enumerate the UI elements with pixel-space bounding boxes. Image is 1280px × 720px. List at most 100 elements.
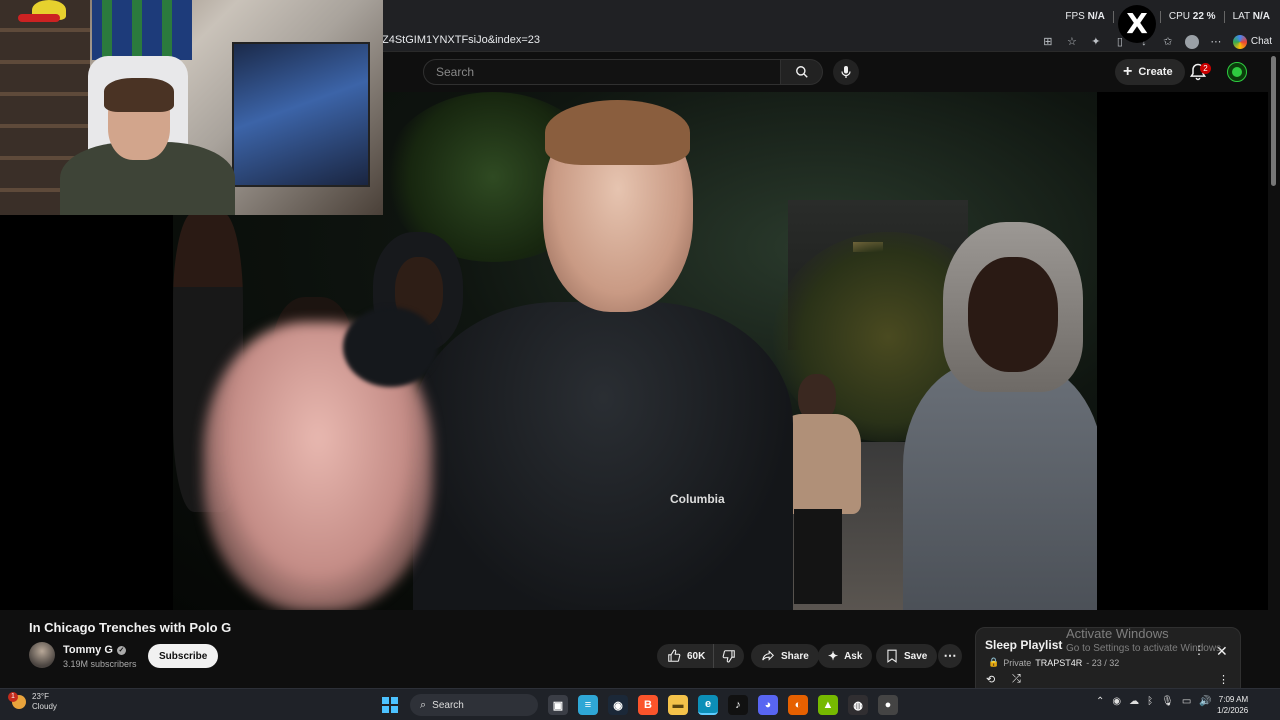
ask-label: Ask [844,650,863,662]
channel-name-link[interactable]: Tommy G ✓ [63,644,126,656]
cpu-stat: CPU 22 % [1169,11,1216,23]
copilot-icon [1232,34,1247,49]
watermark-line-1: Activate Windows [1066,626,1169,641]
cpu-value: 22 % [1192,11,1216,22]
lat-label: LAT [1232,11,1250,22]
tiktok-icon[interactable]: ♪ [728,695,748,715]
body-shape [903,362,1097,610]
thumbs-up-icon [668,649,681,662]
playlist-menu-icon[interactable]: ⋮ [1218,673,1229,686]
channel-avatar[interactable] [29,642,55,668]
search-box[interactable] [423,59,781,85]
streamer-webcam [0,0,383,215]
dislike-button[interactable] [713,644,745,668]
steam-icon[interactable]: ◉ [608,695,628,715]
profile-avatar[interactable] [1184,34,1199,49]
edge-browser-icon[interactable]: e [698,695,718,715]
network-icon[interactable]: ▭ [1182,696,1191,707]
clock-time: 7:09 AM [1218,695,1249,704]
firefox-icon[interactable]: ◐ [788,695,808,715]
chevron-up-icon[interactable]: ⌃ [1096,696,1104,707]
share-arrow-icon [762,650,774,661]
page-scrollbar[interactable] [1268,52,1280,688]
shuffle-icon[interactable]: ⤮ [1012,673,1021,686]
steam-tray-icon[interactable]: ◉ [1112,696,1121,707]
create-button[interactable]: + Create [1115,59,1185,85]
notification-count-badge: 2 [1200,63,1211,74]
search-button[interactable] [781,59,823,85]
ask-button[interactable]: ✦ Ask [818,644,873,668]
activate-windows-watermark: Activate Windows Go to Settings to activ… [1066,626,1224,654]
share-group: Share [751,644,819,668]
taskbar-search-label: Search [432,699,464,711]
discord-icon[interactable]: ◕ [758,695,778,715]
weather-icon: 1 [8,692,26,709]
copilot-chat-button[interactable]: Chat [1232,34,1272,49]
fps-label: FPS [1065,11,1085,22]
windows-start-icon[interactable] [380,695,400,715]
obs-icon[interactable]: ◍ [848,695,868,715]
loop-icon[interactable]: ⟲ [986,673,995,686]
volume-icon[interactable]: 🔊 [1199,696,1211,707]
weather-temperature: 23°F [32,692,49,701]
more-menu-icon[interactable]: ⋯ [1209,35,1223,49]
like-button[interactable]: 60K [657,644,714,668]
more-actions-button[interactable]: ⋯ [938,644,962,668]
playlist-title[interactable]: Sleep Playlist [985,638,1062,652]
nvidia-icon[interactable]: ▲ [818,695,838,715]
cpu-label: CPU [1168,11,1190,22]
weather-description: Cloudy [32,702,57,711]
bookmark-star-icon[interactable]: ☆ [1065,35,1079,49]
share-button[interactable]: Share [751,644,819,668]
playlist-owner[interactable]: TRAPST4R [1035,658,1082,668]
bookmark-icon [887,649,897,663]
extensions-icon[interactable]: ✦ [1089,35,1103,49]
save-button[interactable]: Save [876,644,938,668]
microphone-tray-icon[interactable]: 🎙 [1161,696,1174,707]
voice-search-button[interactable] [833,59,859,85]
lock-icon: 🔒 [988,657,1000,667]
fps-stat: FPS N/A [1065,11,1104,23]
taskbar-search[interactable]: ⌕ Search [410,694,538,716]
scrollbar-thumb[interactable] [1271,56,1276,186]
subscribe-button[interactable]: Subscribe [148,644,219,668]
task-view-icon[interactable]: ▣ [548,695,568,715]
weather-widget[interactable]: 1 23°F Cloudy [8,692,57,712]
like-dislike-group: 60K [657,644,745,668]
more-actions-group: ⋯ [938,644,962,668]
divider [1159,11,1161,23]
save-group: Save [876,644,938,668]
apps-icon[interactable]: ⊞ [1041,35,1055,49]
account-avatar-graphic [1232,67,1242,77]
playlist-meta: 🔒 Private TRAPST4R - 23 / 32 [988,657,1119,668]
favorites-icon[interactable]: ✩ [1161,35,1175,49]
microphone-icon [841,66,851,78]
search-input[interactable] [424,60,780,84]
create-label: Create [1138,66,1173,78]
sparkle-icon: ✦ [828,649,839,663]
file-explorer-icon[interactable]: ▬ [668,695,688,715]
legs-shape [794,509,842,604]
webcam-wall-art [92,0,192,60]
brave-browser-icon[interactable]: B [638,695,658,715]
webcam-poster [232,42,370,187]
taskbar-clock[interactable]: 7:09 AM 1/2/2026 [1217,694,1248,716]
lat-value: N/A [1252,11,1270,22]
taskbar-apps: ⌕ Search ▣ ≡ ◉ B ▬ e ♪ ◕ ◐ ▲ ◍ ● [380,694,898,716]
search-icon [795,66,808,78]
save-label: Save [904,650,928,662]
chat-label: Chat [1250,36,1272,47]
channel-name: Tommy G [63,644,113,656]
fps-value: N/A [1087,11,1105,22]
recording-app-icon[interactable]: ● [878,695,898,715]
divider [1112,11,1114,23]
jacket-logo: Columbia [670,492,725,506]
bluetooth-icon[interactable]: ᛒ [1147,696,1153,707]
notes-app-icon[interactable]: ≡ [578,695,598,715]
video-title: In Chicago Trenches with Polo G [29,620,232,635]
account-avatar[interactable] [1227,62,1247,82]
url-text[interactable]: Z4StGIM1YNXTFsiJo&index=23 [382,34,540,46]
webcam-person [60,78,235,215]
video-scene-person [903,222,1097,610]
onedrive-icon[interactable]: ☁ [1129,696,1139,707]
